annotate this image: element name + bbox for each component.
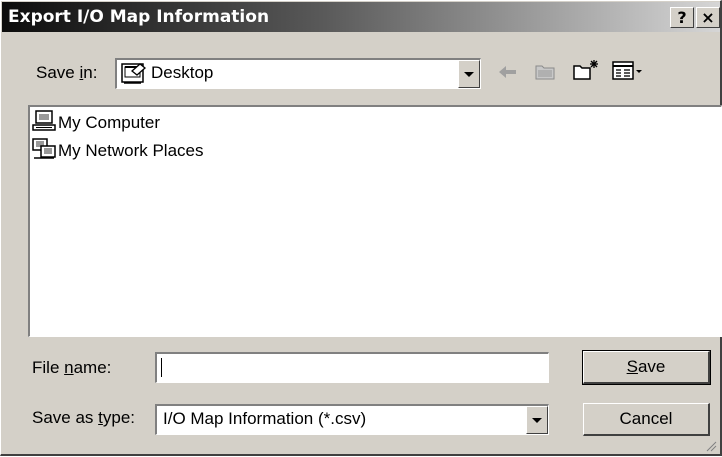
file-list[interactable]: My Computer My Network Places — [28, 105, 722, 337]
list-item[interactable]: My Computer — [32, 109, 161, 137]
save-as-type-dropdown-button[interactable] — [526, 406, 548, 434]
export-dialog: Export I/O Map Information ? × Save in: … — [0, 0, 722, 456]
save-as-type-label-post: ype: — [102, 408, 136, 427]
save-in-value: Desktop — [151, 63, 214, 82]
desktop-icon — [121, 63, 147, 90]
save-button[interactable]: Save — [582, 350, 711, 385]
up-folder-icon[interactable] — [534, 60, 556, 87]
text-caret — [161, 358, 162, 377]
file-name-label-key: n — [64, 358, 74, 377]
file-name-field[interactable] — [155, 352, 549, 383]
help-button[interactable]: ? — [670, 7, 694, 28]
title-bar[interactable]: Export I/O Map Information ? × — [2, 2, 720, 32]
file-name-label: File name: — [32, 358, 111, 378]
save-as-type-combobox[interactable]: I/O Map Information (*.csv) — [155, 404, 549, 435]
network-places-icon — [32, 137, 56, 165]
file-name-label-post: ame: — [73, 358, 112, 377]
list-item-label: My Network Places — [58, 141, 204, 160]
dialog-title: Export I/O Map Information — [8, 7, 270, 27]
view-menu-icon[interactable] — [612, 61, 646, 86]
save-as-type-label-pre: Save as — [32, 408, 99, 427]
new-folder-icon[interactable] — [572, 58, 602, 87]
close-button[interactable]: × — [696, 7, 720, 28]
list-item-label: My Computer — [58, 113, 161, 132]
computer-icon — [32, 109, 56, 137]
save-as-type-label: Save as type: — [32, 408, 135, 428]
save-in-label: Save in: — [36, 63, 97, 83]
file-name-label-pre: File — [32, 358, 65, 377]
save-button-rest: ave — [637, 357, 666, 376]
back-arrow-icon[interactable] — [498, 64, 518, 85]
save-as-type-value: I/O Map Information (*.csv) — [163, 409, 367, 428]
cancel-button[interactable]: Cancel — [583, 403, 710, 436]
save-in-label-pre: Save — [36, 63, 80, 82]
save-in-combobox[interactable]: Desktop — [115, 58, 481, 89]
save-in-label-post: n: — [83, 63, 98, 82]
save-button-key: S — [626, 357, 638, 376]
list-item[interactable]: My Network Places — [32, 137, 204, 165]
resize-grip-icon[interactable] — [705, 439, 717, 452]
save-in-dropdown-button[interactable] — [458, 60, 480, 88]
